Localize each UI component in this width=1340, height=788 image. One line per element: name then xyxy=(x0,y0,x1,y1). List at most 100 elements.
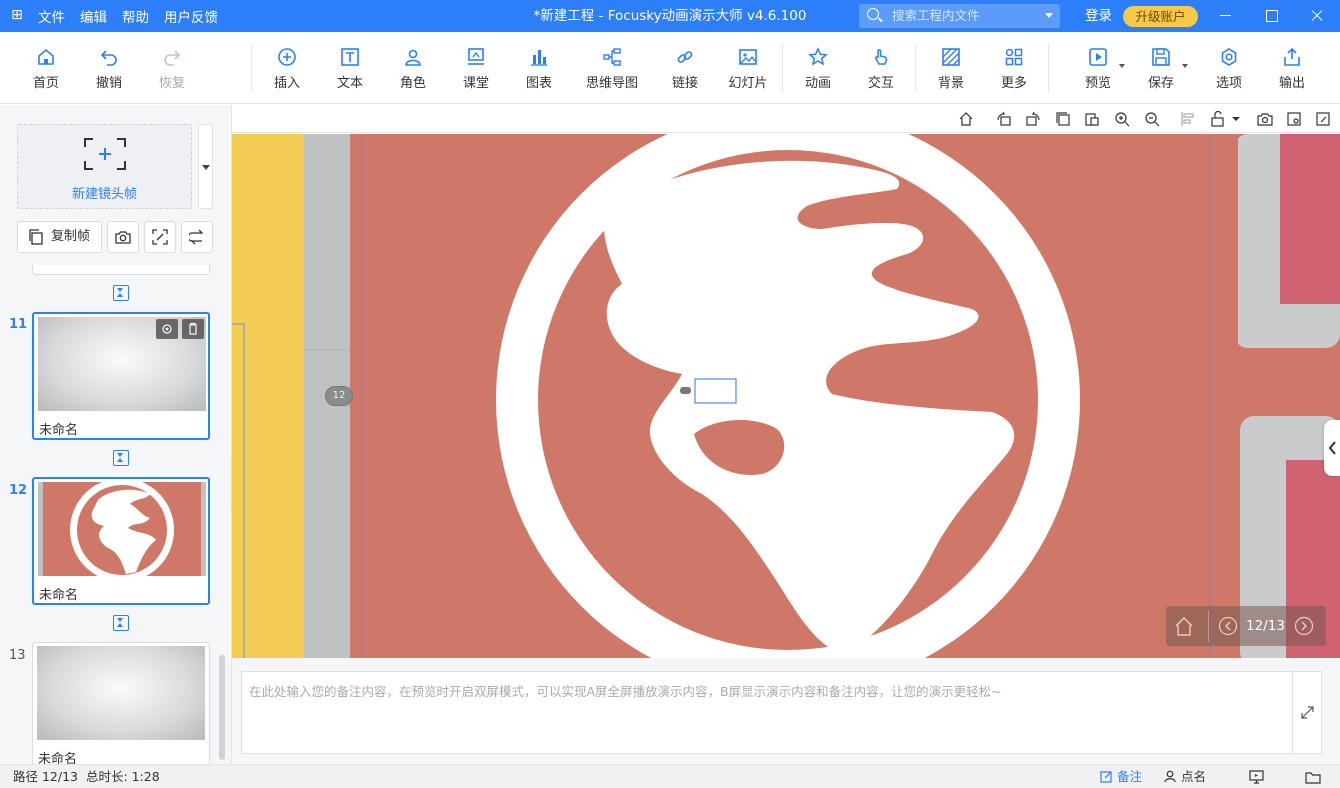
more-button[interactable]: 更多 xyxy=(984,32,1044,104)
new-frame-dropdown[interactable] xyxy=(198,124,213,209)
minimize-button[interactable] xyxy=(1202,0,1248,32)
export-icon xyxy=(1282,47,1302,67)
path-order-button[interactable] xyxy=(181,221,213,253)
chart-button[interactable]: 图表 xyxy=(509,32,569,104)
redo-button[interactable]: 恢复 xyxy=(142,32,202,104)
preview-button[interactable]: 预览 xyxy=(1068,32,1128,104)
app-logo-icon: ⊞ xyxy=(11,7,23,23)
frame-list-scrollbar[interactable] xyxy=(219,655,225,760)
menu-help[interactable]: 帮助 xyxy=(122,6,149,26)
zoom-in-icon[interactable] xyxy=(1114,111,1130,127)
expand-notes-button[interactable] xyxy=(1293,671,1322,754)
expand-right-panel-button[interactable] xyxy=(1324,420,1340,476)
search-icon xyxy=(867,8,879,20)
menu-feedback[interactable]: 用户反馈 xyxy=(164,6,218,26)
home-icon[interactable] xyxy=(1174,615,1194,637)
text-icon xyxy=(340,47,360,67)
rollcall-toggle[interactable]: 点名 xyxy=(1164,765,1206,788)
close-button[interactable] xyxy=(1294,0,1340,32)
mindmap-button[interactable]: 思维导图 xyxy=(582,32,642,104)
transition-icon[interactable] xyxy=(113,285,129,301)
plus-circle-icon xyxy=(277,47,297,67)
chevron-down-icon[interactable] xyxy=(1045,13,1053,18)
snapshot-button[interactable] xyxy=(107,221,139,253)
upgrade-button[interactable]: 升级账户 xyxy=(1123,6,1198,27)
undo-button[interactable]: 撤销 xyxy=(79,32,139,104)
main-toolbar: 首页 撤销 恢复 插入 文本 角色 课堂 图表 思维导图 链接 幻灯片 动画 交… xyxy=(0,32,1340,104)
folder-icon[interactable] xyxy=(1305,770,1321,784)
next-icon[interactable] xyxy=(1294,616,1314,636)
chevron-down-icon[interactable] xyxy=(1119,64,1125,68)
save-button[interactable]: 保存 xyxy=(1131,32,1191,104)
frame-number: 13 xyxy=(9,648,26,663)
toolbar-divider xyxy=(251,44,252,92)
slide-artwork xyxy=(232,134,1340,658)
editor-canvas[interactable] xyxy=(232,134,1340,658)
animation-button[interactable]: 动画 xyxy=(788,32,848,104)
align-icon[interactable] xyxy=(1180,111,1196,127)
page-indicator: 12/13 xyxy=(1246,618,1285,634)
zoom-out-icon[interactable] xyxy=(1144,111,1160,127)
status-bar: 路径 12/13 总时长: 1:28 备注 点名 xyxy=(0,764,1340,788)
slide-button[interactable]: 幻灯片 xyxy=(718,32,778,104)
lock-icon[interactable] xyxy=(1210,111,1226,127)
notes-toggle[interactable]: 备注 xyxy=(1100,765,1142,788)
fit-frame-button[interactable] xyxy=(144,221,176,253)
frame-badge[interactable]: 12 xyxy=(325,386,353,406)
maximize-button[interactable] xyxy=(1248,0,1294,32)
frame-card-11[interactable]: 未命名 xyxy=(32,312,210,440)
search-input[interactable]: 搜索工程内文件 xyxy=(859,4,1060,28)
trash-icon[interactable] xyxy=(182,319,204,339)
insert-button[interactable]: 插入 xyxy=(257,32,317,104)
notes-input[interactable]: 在此处输入您的备注内容，在预览时开启双屏模式，可以实现A屏全屏播放演示内容，B屏… xyxy=(241,671,1293,754)
export-button[interactable]: 输出 xyxy=(1262,32,1322,104)
image-icon xyxy=(738,47,758,67)
person-icon xyxy=(1164,770,1176,783)
window-title: *新建工程 - Focusky动画演示大师 v4.6.100 xyxy=(533,8,807,24)
classroom-button[interactable]: 课堂 xyxy=(446,32,506,104)
new-frame-button[interactable]: 新建镜头帧 xyxy=(17,124,192,209)
background-button[interactable]: 背景 xyxy=(921,32,981,104)
transition-icon[interactable] xyxy=(113,615,129,631)
bar-chart-icon xyxy=(529,47,549,67)
background-icon xyxy=(941,47,961,67)
grid-more-icon xyxy=(1004,47,1024,67)
rotate-right-icon[interactable] xyxy=(1025,111,1041,127)
interaction-button[interactable]: 交互 xyxy=(851,32,911,104)
menu-file[interactable]: 文件 xyxy=(38,6,65,26)
transition-icon[interactable] xyxy=(113,450,129,466)
link-button[interactable]: 链接 xyxy=(655,32,715,104)
text-button[interactable]: 文本 xyxy=(320,32,380,104)
home-icon xyxy=(36,47,56,67)
frame-card-13[interactable]: 未命名 xyxy=(32,642,210,765)
canvas-toolbar xyxy=(232,105,1340,133)
frame-card-12[interactable]: 未命名 xyxy=(32,477,210,605)
menu-edit[interactable]: 编辑 xyxy=(80,6,107,26)
role-button[interactable]: 角色 xyxy=(383,32,443,104)
rotate-left-icon[interactable] xyxy=(996,111,1012,127)
edit-icon[interactable] xyxy=(1315,111,1331,127)
home-button[interactable]: 首页 xyxy=(16,32,76,104)
total-duration: 总时长: 1:28 xyxy=(85,769,160,784)
toolbar-divider xyxy=(1048,44,1049,92)
chevron-down-icon[interactable] xyxy=(1182,64,1188,68)
chevron-down-icon[interactable] xyxy=(1228,111,1240,127)
frame-card[interactable] xyxy=(32,265,210,275)
frame-thumbnail xyxy=(37,646,205,740)
screen-icon[interactable] xyxy=(1249,770,1264,784)
options-button[interactable]: 选项 xyxy=(1199,32,1259,104)
home-icon[interactable] xyxy=(958,111,974,127)
pointer-hand-icon xyxy=(871,47,891,67)
login-link[interactable]: 登录 xyxy=(1085,0,1112,32)
previous-icon[interactable] xyxy=(1218,616,1238,636)
frame-number: 11 xyxy=(9,317,28,332)
copy-icon[interactable] xyxy=(1055,111,1071,127)
preview-eye-icon[interactable] xyxy=(156,319,178,339)
settings-icon[interactable] xyxy=(1286,111,1302,127)
redo-icon xyxy=(162,47,182,67)
paste-icon[interactable] xyxy=(1084,111,1100,127)
camera-icon[interactable] xyxy=(1257,111,1273,127)
toolbar-divider xyxy=(782,44,783,92)
copy-frame-button[interactable]: 复制帧 xyxy=(17,221,102,253)
chevron-left-icon xyxy=(1328,441,1336,455)
